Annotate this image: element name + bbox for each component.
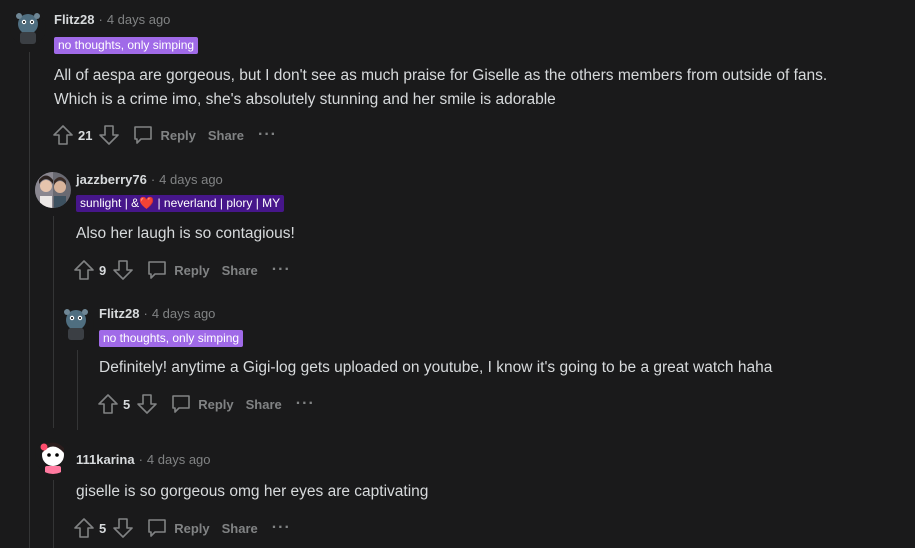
downvote-icon[interactable] (112, 259, 134, 281)
upvote-icon[interactable] (52, 124, 74, 146)
separator-dot: · (98, 12, 103, 27)
vote-count: 5 (123, 396, 131, 412)
reply-label: Reply (198, 396, 234, 412)
vote-count: 5 (99, 520, 107, 536)
comment-actions: 5 Reply Share ··· (97, 392, 315, 416)
share-button[interactable]: Share (222, 263, 258, 278)
separator-dot: · (138, 452, 143, 467)
avatar[interactable] (35, 172, 71, 208)
flair-text: sunlight | & (80, 196, 140, 210)
comment-text-line: Also her laugh is so contagious! (76, 225, 295, 242)
share-label: Share (207, 127, 245, 143)
username[interactable]: Flitz28 (54, 12, 94, 27)
share-label: Share (221, 262, 258, 278)
user-flair: sunlight | &❤️ | neverland | plory | MY (76, 195, 285, 212)
reply-button[interactable]: Reply (146, 259, 210, 281)
avatar[interactable] (58, 306, 94, 342)
reply-label: Reply (174, 520, 210, 536)
comment-text-line: giselle is so gorgeous omg her eyes are … (76, 483, 429, 500)
share-button[interactable]: Share (246, 397, 282, 412)
share-button[interactable]: Share (208, 128, 244, 143)
user-flair: no thoughts, only simping (99, 330, 244, 347)
thread-line[interactable] (29, 52, 30, 548)
more-options-icon[interactable]: ··· (272, 261, 291, 279)
share-label: Share (221, 520, 258, 536)
thread-line[interactable] (53, 216, 54, 428)
comment-actions: 21 Reply Share ··· (52, 123, 277, 147)
comment-body: giselle is so gorgeous omg her eyes are … (76, 480, 428, 504)
share-button[interactable]: Share (222, 521, 258, 536)
timestamp[interactable]: 4 days ago (152, 306, 216, 321)
more-options-icon[interactable]: ··· (272, 519, 291, 537)
heart-icon: ❤️ (139, 196, 155, 210)
comment-actions: 9 Reply Share ··· (73, 258, 291, 282)
comment-actions: 5 Reply Share ··· (73, 516, 291, 540)
separator-dot: · (143, 306, 148, 321)
avatar[interactable] (10, 10, 46, 46)
user-flair: no thoughts, only simping (54, 37, 199, 54)
comment-meta: Flitz28 · 4 days ago (99, 306, 215, 322)
flair-text: | neverland | plory | MY (154, 196, 281, 210)
reply-label: Reply (160, 127, 196, 143)
comment-thread: Flitz28 · 4 days ago no thoughts, only sim… (0, 0, 915, 548)
avatar[interactable] (35, 438, 71, 474)
vote-count: 9 (99, 262, 107, 278)
comment-meta: jazzberry76 · 4 days ago (76, 172, 223, 188)
comment-bubble-icon (148, 261, 167, 279)
timestamp[interactable]: 4 days ago (147, 452, 211, 467)
comment-body: Also her laugh is so contagious! (76, 222, 295, 246)
share-label: Share (245, 396, 282, 412)
comment-text-line: Which is a crime imo, she's absolutely s… (54, 91, 556, 108)
reply-button[interactable]: Reply (170, 393, 234, 415)
vote-count: 21 (78, 127, 93, 143)
comment-body: All of aespa are gorgeous, but I don't s… (54, 64, 827, 112)
reply-label: Reply (174, 262, 210, 278)
more-options-icon[interactable]: ··· (258, 126, 277, 144)
username[interactable]: Flitz28 (99, 306, 139, 321)
more-options-icon[interactable]: ··· (296, 395, 315, 413)
comment-text-line: All of aespa are gorgeous, but I don't s… (54, 67, 828, 84)
timestamp[interactable]: 4 days ago (107, 12, 171, 27)
downvote-icon[interactable] (136, 393, 158, 415)
comment-bubble-icon (134, 126, 153, 144)
username[interactable]: 111karina (76, 452, 135, 467)
comment-text-line: Definitely! anytime a Gigi-log gets uplo… (99, 359, 773, 376)
thread-line[interactable] (77, 350, 78, 430)
reply-button[interactable]: Reply (146, 517, 210, 539)
comment-meta: 111karina · 4 days ago (76, 452, 211, 468)
downvote-icon[interactable] (112, 517, 134, 539)
upvote-icon[interactable] (97, 393, 119, 415)
username[interactable]: jazzberry76 (76, 172, 147, 187)
comment-meta: Flitz28 · 4 days ago (54, 12, 170, 28)
comment-body: Definitely! anytime a Gigi-log gets uplo… (99, 356, 772, 380)
comment-bubble-icon (148, 519, 167, 537)
timestamp[interactable]: 4 days ago (159, 172, 223, 187)
downvote-icon[interactable] (98, 124, 120, 146)
separator-dot: · (150, 172, 156, 187)
thread-line[interactable] (53, 480, 54, 548)
reply-button[interactable]: Reply (132, 124, 196, 146)
comment-bubble-icon (172, 395, 191, 413)
upvote-icon[interactable] (73, 259, 95, 281)
upvote-icon[interactable] (73, 517, 95, 539)
